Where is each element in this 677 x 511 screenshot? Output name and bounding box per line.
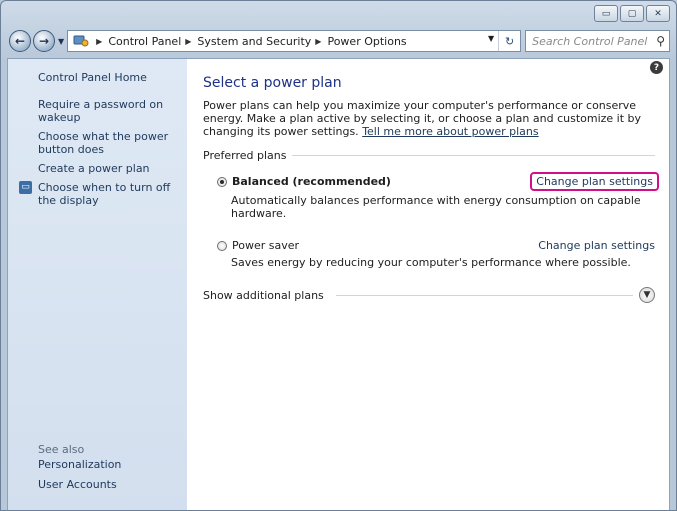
power-options-window: ▭ ▢ ✕ ← → ▼ ▶ Control Panel ▶ System and … <box>0 0 677 511</box>
divider <box>292 155 655 156</box>
breadcrumb-separator-icon[interactable]: ▶ <box>185 37 191 46</box>
back-arrow-icon: ← <box>14 34 26 48</box>
page-description: Power plans can help you maximize your c… <box>203 99 642 138</box>
sidebar: Control Panel Home Require a password on… <box>8 59 187 510</box>
help-icon[interactable]: ? <box>650 61 663 74</box>
close-button[interactable]: ✕ <box>646 5 670 22</box>
breadcrumb-separator-icon[interactable]: ▶ <box>315 37 321 46</box>
divider <box>335 294 633 296</box>
page-title: Select a power plan <box>203 75 342 91</box>
control-panel-icon <box>72 33 90 49</box>
plan-power-saver-radio[interactable]: Power saver <box>217 239 299 252</box>
see-also-heading: See also <box>38 443 85 456</box>
search-box[interactable]: ⚲ <box>525 30 670 52</box>
change-plan-settings-balanced[interactable]: Change plan settings <box>530 172 659 191</box>
address-bar[interactable]: ▶ Control Panel ▶ System and Security ▶ Po… <box>67 30 522 52</box>
plan-description: Automatically balances performance with … <box>231 194 641 220</box>
sidebar-control-panel-home[interactable]: Control Panel Home <box>8 71 187 84</box>
sidebar-turn-off-display[interactable]: ▭ Choose when to turn off the display <box>8 181 187 207</box>
display-icon: ▭ <box>19 181 32 194</box>
search-input[interactable] <box>532 34 657 48</box>
plan-balanced-radio[interactable]: Balanced (recommended) <box>217 175 391 188</box>
tell-me-more-link[interactable]: Tell me more about power plans <box>362 125 538 138</box>
address-dropdown-icon[interactable]: ▼ <box>488 34 494 43</box>
show-additional-plans[interactable]: Show additional plans ▼ <box>203 287 655 303</box>
change-plan-settings-power-saver[interactable]: Change plan settings <box>534 238 659 253</box>
maximize-button[interactable]: ▢ <box>620 5 644 22</box>
caption-buttons: ▭ ▢ ✕ <box>594 5 670 22</box>
see-also-links: Personalization User Accounts <box>8 458 187 498</box>
sidebar-create-plan[interactable]: Create a power plan <box>8 162 187 175</box>
sidebar-user-accounts[interactable]: User Accounts <box>8 478 187 491</box>
search-icon[interactable]: ⚲ <box>656 34 665 48</box>
plan-power-saver: Power saver Change plan settings Saves e… <box>217 238 655 269</box>
minimize-button[interactable]: ▭ <box>594 5 618 22</box>
refresh-button[interactable]: ↻ <box>498 31 520 51</box>
history-dropdown-icon[interactable]: ▼ <box>58 37 64 46</box>
preferred-plans-group: Preferred plans <box>203 149 655 162</box>
sidebar-require-password[interactable]: Require a password on wakeup <box>8 98 187 124</box>
additional-plans-label: Show additional plans <box>203 288 324 302</box>
sidebar-personalization[interactable]: Personalization <box>8 458 187 471</box>
breadcrumb-separator-icon[interactable]: ▶ <box>96 37 102 46</box>
forward-arrow-icon: → <box>38 34 50 48</box>
content-area: Control Panel Home Require a password on… <box>7 58 670 510</box>
chevron-down-icon[interactable]: ▼ <box>639 287 655 303</box>
radio-selected-icon[interactable] <box>217 176 227 187</box>
preferred-plans-label: Preferred plans <box>203 149 287 162</box>
main-panel: ? Select a power plan Power plans can he… <box>187 59 669 510</box>
back-button[interactable]: ← <box>9 30 31 52</box>
plan-description: Saves energy by reducing your computer's… <box>231 256 631 269</box>
sidebar-power-button[interactable]: Choose what the power button does <box>8 130 187 156</box>
plan-balanced: Balanced (recommended) Change plan setti… <box>217 172 659 220</box>
breadcrumb-control-panel[interactable]: Control Panel ▶ <box>108 35 197 48</box>
radio-unselected-icon[interactable] <box>217 240 227 251</box>
forward-button[interactable]: → <box>33 30 55 52</box>
navigation-bar: ← → ▼ ▶ Control Panel ▶ System and Securi… <box>9 28 670 54</box>
breadcrumb-system-security[interactable]: System and Security ▶ <box>197 35 327 48</box>
breadcrumb-power-options[interactable]: Power Options <box>327 35 406 48</box>
